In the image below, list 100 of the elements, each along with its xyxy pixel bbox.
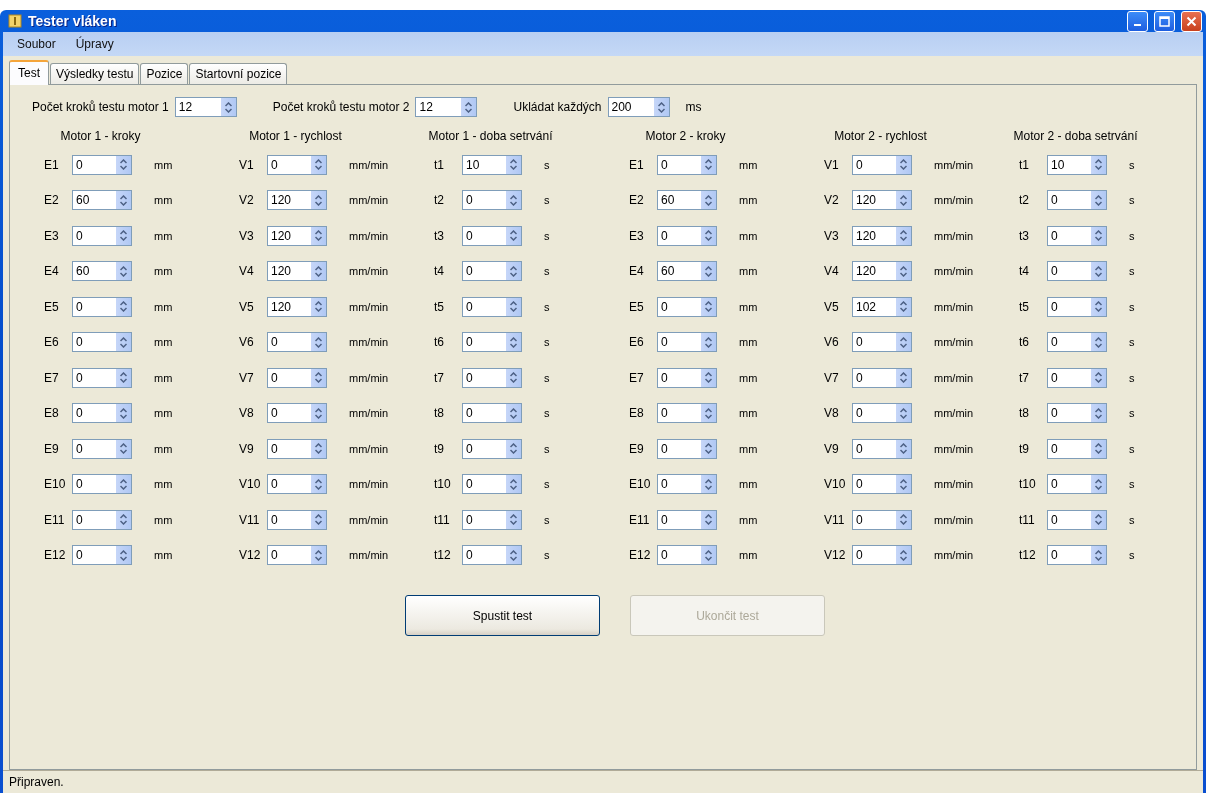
spin-button[interactable] — [895, 226, 911, 245]
spin-button[interactable] — [700, 510, 716, 529]
spin-button[interactable] — [115, 368, 131, 387]
number-field[interactable]: 0 — [852, 438, 912, 459]
spin-button[interactable] — [895, 475, 911, 494]
number-field[interactable]: 0 — [657, 367, 717, 388]
number-field[interactable]: 0 — [267, 545, 327, 566]
spin-button[interactable] — [895, 191, 911, 210]
spin-button[interactable] — [460, 98, 477, 116]
spin-button[interactable] — [115, 475, 131, 494]
number-field[interactable]: 0 — [852, 367, 912, 388]
spin-button[interactable] — [310, 475, 326, 494]
number-field[interactable]: 120 — [267, 261, 327, 282]
number-field[interactable]: 0 — [852, 403, 912, 424]
number-field[interactable]: 120 — [267, 225, 327, 246]
number-field[interactable]: 0 — [462, 332, 522, 353]
number-field[interactable]: 0 — [267, 474, 327, 495]
spin-button[interactable] — [310, 404, 326, 423]
spin-button[interactable] — [115, 510, 131, 529]
number-field[interactable]: 0 — [72, 438, 132, 459]
spin-button[interactable] — [652, 98, 669, 116]
number-field[interactable]: 60 — [657, 190, 717, 211]
spin-button[interactable] — [115, 226, 131, 245]
number-field[interactable]: 0 — [462, 225, 522, 246]
spin-button[interactable] — [700, 404, 716, 423]
number-field[interactable]: 0 — [1047, 438, 1107, 459]
spin-button[interactable] — [1090, 439, 1106, 458]
close-button[interactable] — [1181, 10, 1202, 32]
spin-button[interactable] — [700, 155, 716, 174]
spin-button[interactable] — [115, 439, 131, 458]
spin-button[interactable] — [1090, 297, 1106, 316]
number-field[interactable]: 0 — [657, 332, 717, 353]
tab[interactable]: Výsledky testu — [50, 63, 140, 84]
spin-button[interactable] — [700, 439, 716, 458]
spin-button[interactable] — [1090, 546, 1106, 565]
spin-button[interactable] — [310, 333, 326, 352]
spin-button[interactable] — [700, 333, 716, 352]
spin-button[interactable] — [1090, 191, 1106, 210]
number-field[interactable]: 0 — [1047, 261, 1107, 282]
spin-button[interactable] — [1090, 226, 1106, 245]
spin-button[interactable] — [310, 262, 326, 281]
number-field[interactable]: 0 — [1047, 474, 1107, 495]
number-field[interactable]: 0 — [657, 225, 717, 246]
number-field[interactable]: 0 — [1047, 403, 1107, 424]
menu-item[interactable]: Úpravy — [67, 35, 122, 53]
tab[interactable]: Pozice — [140, 63, 189, 84]
spin-button[interactable] — [505, 475, 521, 494]
spin-button[interactable] — [700, 297, 716, 316]
number-field[interactable]: 102 — [852, 296, 912, 317]
number-field[interactable]: 0 — [72, 403, 132, 424]
spin-button[interactable] — [115, 546, 131, 565]
spin-button[interactable] — [700, 191, 716, 210]
number-field[interactable]: 0 — [462, 545, 522, 566]
spin-button[interactable] — [505, 439, 521, 458]
number-field[interactable]: 12 — [174, 97, 237, 117]
number-field[interactable]: 0 — [462, 509, 522, 530]
spin-button[interactable] — [219, 98, 236, 116]
number-field[interactable]: 60 — [657, 261, 717, 282]
spin-button[interactable] — [505, 155, 521, 174]
number-field[interactable]: 0 — [267, 438, 327, 459]
spin-button[interactable] — [310, 368, 326, 387]
spin-button[interactable] — [1090, 262, 1106, 281]
number-field[interactable]: 0 — [462, 474, 522, 495]
number-field[interactable]: 0 — [1047, 509, 1107, 530]
number-field[interactable]: 0 — [1047, 190, 1107, 211]
number-field[interactable]: 120 — [267, 190, 327, 211]
spin-button[interactable] — [505, 262, 521, 281]
spin-button[interactable] — [700, 368, 716, 387]
spin-button[interactable] — [310, 546, 326, 565]
number-field[interactable]: 0 — [72, 474, 132, 495]
spin-button[interactable] — [505, 333, 521, 352]
spin-button[interactable] — [505, 297, 521, 316]
menu-item[interactable]: Soubor — [9, 35, 64, 53]
number-field[interactable]: 0 — [267, 403, 327, 424]
number-field[interactable]: 0 — [1047, 296, 1107, 317]
action-button[interactable]: Spustit test — [405, 595, 600, 636]
spin-button[interactable] — [895, 439, 911, 458]
spin-button[interactable] — [1090, 510, 1106, 529]
number-field[interactable]: 0 — [72, 509, 132, 530]
minimize-button[interactable] — [1127, 10, 1148, 32]
spin-button[interactable] — [895, 510, 911, 529]
number-field[interactable]: 0 — [462, 438, 522, 459]
spin-button[interactable] — [310, 191, 326, 210]
spin-button[interactable] — [115, 333, 131, 352]
number-field[interactable]: 0 — [657, 403, 717, 424]
number-field[interactable]: 120 — [852, 190, 912, 211]
number-field[interactable]: 0 — [1047, 332, 1107, 353]
spin-button[interactable] — [700, 546, 716, 565]
number-field[interactable]: 0 — [657, 474, 717, 495]
number-field[interactable]: 0 — [852, 332, 912, 353]
number-field[interactable]: 0 — [462, 367, 522, 388]
number-field[interactable]: 120 — [852, 261, 912, 282]
spin-button[interactable] — [1090, 333, 1106, 352]
number-field[interactable]: 0 — [852, 154, 912, 175]
number-field[interactable]: 0 — [462, 190, 522, 211]
spin-button[interactable] — [1090, 155, 1106, 174]
number-field[interactable]: 0 — [267, 367, 327, 388]
number-field[interactable]: 0 — [72, 154, 132, 175]
spin-button[interactable] — [115, 262, 131, 281]
number-field[interactable]: 0 — [462, 403, 522, 424]
